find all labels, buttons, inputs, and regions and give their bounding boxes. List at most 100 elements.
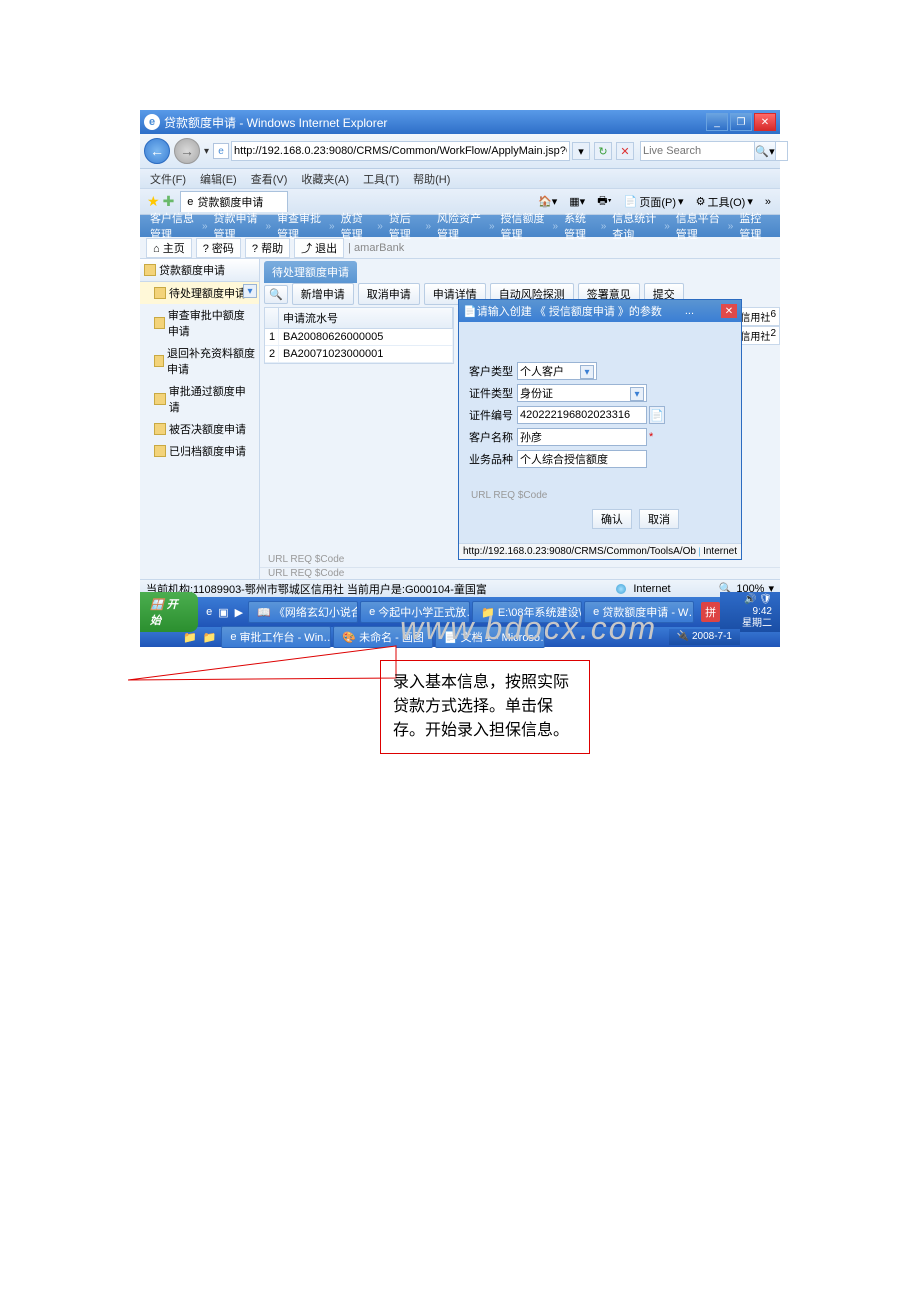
- refresh-button[interactable]: ↻: [594, 142, 612, 160]
- create-params-dialog: 📄 请输入创建 《 授信额度申请 》的参数 ... ✕ 客户类型 个人客户 证件…: [458, 299, 742, 560]
- folder-icon: [154, 393, 166, 405]
- cust-type-select[interactable]: 个人客户: [517, 362, 597, 380]
- folder-icon: [154, 445, 166, 457]
- menu-view[interactable]: 查看(V): [245, 170, 294, 188]
- folder-icon: [144, 264, 156, 276]
- dialog-icon: 📄: [463, 305, 477, 318]
- nav-platform[interactable]: 信息平台管理: [672, 210, 726, 242]
- feeds-icon[interactable]: ▦▾: [564, 192, 590, 211]
- content-area: 待处理额度申请 🔍 新增申请 取消申请 申请详情 自动风险探测 签署意见 提交 …: [260, 259, 780, 579]
- menu-tools[interactable]: 工具(T): [357, 170, 405, 188]
- taskbar-item[interactable]: 📖《网络玄幻小说合…: [248, 601, 358, 623]
- cert-type-label: 证件类型: [465, 385, 517, 401]
- sidebar-item-approved[interactable]: 审批通过额度申请: [140, 380, 259, 418]
- sidebar-head[interactable]: 贷款额度申请: [140, 259, 259, 282]
- minimize-button[interactable]: _: [706, 113, 728, 131]
- dialog-more[interactable]: ...: [685, 305, 694, 317]
- menu-file[interactable]: 文件(F): [144, 170, 192, 188]
- folder-icon: [154, 317, 165, 329]
- folder-icon: [154, 355, 164, 367]
- sidebar-item-reviewing[interactable]: 审查审批中额度申请: [140, 304, 259, 342]
- biz-label: 业务品种: [465, 451, 517, 467]
- dialog-titlebar[interactable]: 📄 请输入创建 《 授信额度申请 》的参数 ... ✕: [459, 300, 741, 322]
- quick-launch-desktop-icon[interactable]: ▣: [215, 606, 231, 619]
- logout-button[interactable]: ⤴ 退出: [294, 238, 344, 258]
- folder-icon: [154, 287, 166, 299]
- taskbar-item[interactable]: e审批工作台 - Win…: [221, 626, 331, 648]
- sidebar: 贷款额度申请 待处理额度申请 审查审批中额度申请 退回补充资料额度申请 审批通过…: [140, 259, 260, 579]
- address-bar: ← → ▾ e ▾ ↻ ✕ 🔍▾: [140, 134, 780, 169]
- nav-history-dropdown[interactable]: ▾: [204, 146, 209, 157]
- dialog-title: 请输入创建 《 授信额度申请 》的参数: [477, 303, 662, 319]
- overflow-icon[interactable]: »: [760, 193, 776, 211]
- cust-name-input[interactable]: 孙彦: [517, 428, 647, 446]
- content-url-req: URL REQ $Code: [268, 554, 772, 565]
- globe-icon: [616, 584, 626, 594]
- nav-postloan[interactable]: 贷后管理: [385, 210, 424, 242]
- content-tab[interactable]: 待处理额度申请: [264, 261, 357, 283]
- status-zone: Internet: [633, 583, 670, 595]
- menu-edit[interactable]: 编辑(E): [194, 170, 243, 188]
- start-button[interactable]: 🪟 开始: [140, 592, 198, 632]
- nav-stats[interactable]: 信息统计查询: [608, 210, 662, 242]
- nav-risk[interactable]: 风险资产管理: [433, 210, 487, 242]
- system-tray[interactable]: 🔊 🛡 9:42 星期二: [720, 592, 780, 632]
- sidebar-item-pending[interactable]: 待处理额度申请: [140, 282, 259, 304]
- table-row[interactable]: 1BA20080626000005: [265, 329, 453, 346]
- search-button[interactable]: 🔍▾: [754, 141, 776, 161]
- help-button[interactable]: ? 帮助: [245, 238, 290, 258]
- watermark: www.bdocx.com: [400, 610, 657, 647]
- cert-no-input[interactable]: 420222196802023316: [517, 406, 647, 424]
- browser-tab[interactable]: e 贷款额度申请: [180, 191, 288, 212]
- ie-status-bar: 当前机构:11089903-鄂州市鄂城区信用社 当前用户是:G000104-童国…: [140, 579, 780, 597]
- cancel-apply-button[interactable]: 取消申请: [358, 283, 420, 305]
- window-title: 贷款额度申请 - Windows Internet Explorer: [164, 114, 387, 131]
- password-button[interactable]: ? 密码: [196, 238, 241, 258]
- tab-title: 贷款额度申请: [197, 194, 263, 210]
- refresh-list-button[interactable]: 🔍: [264, 285, 288, 304]
- stop-button[interactable]: ✕: [616, 142, 634, 160]
- cust-type-label: 客户类型: [465, 363, 517, 379]
- tab-page-icon: e: [187, 196, 193, 208]
- home-nav-button[interactable]: ⌂ 主页: [146, 238, 192, 258]
- ok-button[interactable]: 确认: [592, 509, 632, 529]
- content-url-req-2: URL REQ $Code: [260, 567, 780, 579]
- callout-box: 录入基本信息，按照实际贷款方式选择。单击保存。开始录入担保信息。: [380, 660, 590, 754]
- sidebar-item-rejected[interactable]: 被否决额度申请: [140, 418, 259, 440]
- table-row[interactable]: 2BA20071023000001: [265, 346, 453, 363]
- quick-launch-media-icon[interactable]: ▶: [232, 606, 246, 619]
- new-apply-button[interactable]: 新增申请: [292, 283, 354, 305]
- ie-icon: e: [144, 114, 160, 130]
- add-favorites-icon[interactable]: ✚: [163, 193, 175, 210]
- app-nav: 客户信息管理» 贷款申请管理» 审查审批管理» 放贷管理» 贷后管理» 风险资产…: [140, 215, 780, 237]
- quick-launch-icon[interactable]: 📁: [200, 631, 220, 644]
- cert-no-label: 证件编号: [465, 407, 517, 423]
- sidebar-item-returned[interactable]: 退回补充资料额度申请: [140, 342, 259, 380]
- nav-monitor[interactable]: 监控管理: [735, 210, 774, 242]
- home-icon[interactable]: 🏠▾: [533, 192, 562, 211]
- maximize-button[interactable]: ❐: [730, 113, 752, 131]
- menu-help[interactable]: 帮助(H): [407, 170, 456, 188]
- sidebar-item-archived[interactable]: 已归档额度申请: [140, 440, 259, 462]
- apply-grid: 申请流水号 1BA20080626000005 2BA2007102300000…: [264, 307, 454, 364]
- url-input[interactable]: [231, 141, 570, 161]
- nav-credit[interactable]: 授信额度管理: [497, 210, 551, 242]
- cert-type-select[interactable]: 身份证: [517, 384, 647, 402]
- page-icon: e: [213, 143, 229, 159]
- ime-icon[interactable]: 拼: [701, 602, 720, 622]
- forward-button[interactable]: →: [174, 138, 200, 164]
- dialog-close-button[interactable]: ✕: [721, 304, 737, 318]
- quick-launch-icon[interactable]: 📁: [180, 631, 200, 644]
- cert-lookup-button[interactable]: 📄: [649, 406, 665, 424]
- cancel-button[interactable]: 取消: [639, 509, 679, 529]
- brand-label: | amarBank: [348, 242, 404, 254]
- close-button[interactable]: ✕: [754, 113, 776, 131]
- main-area: 贷款额度申请 待处理额度申请 审查审批中额度申请 退回补充资料额度申请 审批通过…: [140, 259, 780, 579]
- url-dropdown[interactable]: ▾: [572, 142, 590, 160]
- favorites-star-icon[interactable]: ★: [147, 193, 160, 210]
- back-button[interactable]: ←: [144, 138, 170, 164]
- nav-system[interactable]: 系统管理: [560, 210, 599, 242]
- quick-launch-ie-icon[interactable]: e: [203, 606, 215, 618]
- menu-favorites[interactable]: 收藏夹(A): [295, 170, 355, 188]
- biz-input[interactable]: 个人综合授信额度: [517, 450, 647, 468]
